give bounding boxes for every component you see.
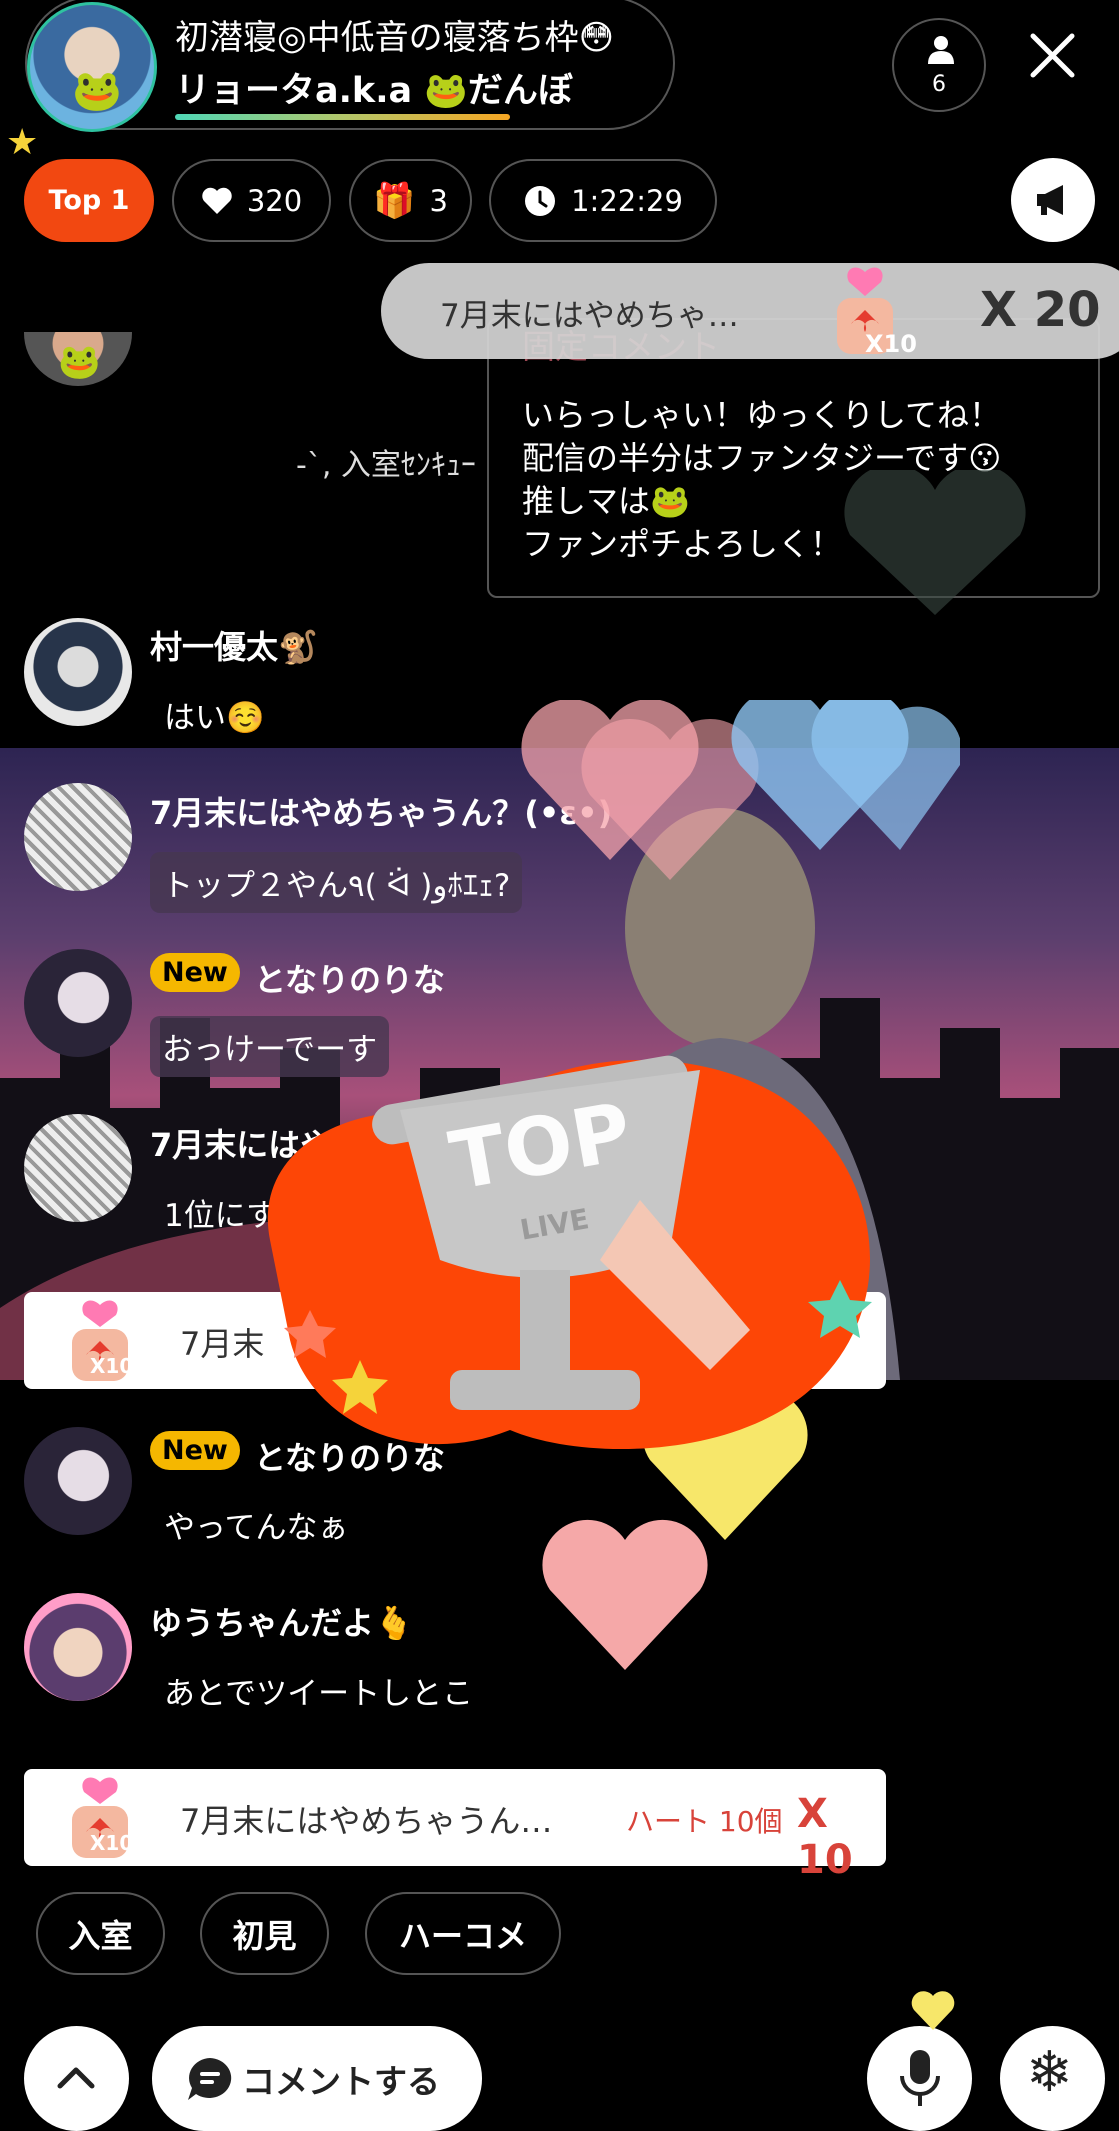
- chat-message: トップ２やん٩( ᐛ )وﾎｴｪ?: [150, 852, 523, 913]
- pinned-comment-line: 推しマは🐸: [522, 482, 690, 520]
- frog-emoji-icon: 🐸: [58, 342, 101, 382]
- quick-reply-label: 初見: [232, 1916, 297, 1955]
- elapsed-time: 1:22:29: [571, 183, 683, 218]
- quick-reply-label: 入室: [68, 1916, 133, 1955]
- close-icon: [1030, 33, 1075, 78]
- top-live-trophy-effect: [267, 1055, 872, 1450]
- effects-button[interactable]: ❄: [1000, 2026, 1105, 2131]
- frog-emoji-icon: 🐸: [72, 68, 122, 114]
- gift-sender-name: 7月末にはやめちゃ…: [440, 298, 739, 334]
- hearts-count: 320: [246, 183, 303, 218]
- chat-username[interactable]: ゆうちゃんだよ🫰: [150, 1598, 414, 1644]
- quick-reply-label: ハーコメ: [398, 1916, 527, 1955]
- user-avatar[interactable]: [24, 949, 132, 1057]
- person-icon: [928, 36, 954, 64]
- host-level-bar: [175, 114, 510, 120]
- chat-username[interactable]: 村一優太🐒: [150, 622, 318, 668]
- new-user-badge: New: [150, 953, 240, 992]
- microphone-button[interactable]: [867, 2026, 972, 2131]
- gift-count-label: ハート 10個: [626, 1805, 783, 1838]
- rank-badge[interactable]: Top 1: [24, 159, 154, 242]
- comment-button-label: コメントする: [242, 2061, 440, 2101]
- close-button[interactable]: [1025, 28, 1080, 83]
- chat-message: あとでツイートしとこ: [164, 1676, 474, 1712]
- microphone-icon: [900, 2050, 940, 2106]
- snowflake-icon: ❄: [1026, 2040, 1073, 2105]
- rank-label: Top 1: [48, 185, 130, 216]
- gift-multiplier: X 20: [980, 282, 1101, 338]
- viewer-count-button[interactable]: [892, 18, 986, 112]
- gift-multiplier-badge: X10: [865, 330, 917, 358]
- pinned-comment-line: ファンポチよろしく！: [522, 525, 843, 563]
- gifts-count: 3: [429, 183, 448, 218]
- user-avatar[interactable]: [24, 1593, 132, 1701]
- megaphone-icon: [1037, 185, 1063, 215]
- user-avatar[interactable]: [24, 1114, 132, 1222]
- gift-notification-row[interactable]: X10 7月末にはやめちゃうん… ハート 10個 X 10: [24, 1769, 886, 1883]
- pinned-comment-line: いらっしゃい！ゆっくりしてね！: [522, 396, 1002, 434]
- gift-sender-name: 7月末にはやめちゃうん…: [180, 1802, 553, 1840]
- entry-notice: -`, 入室ｾﾝｷｭｰ: [296, 448, 476, 483]
- chat-message: はい☺️: [164, 700, 265, 736]
- quick-reply-heart-comment[interactable]: ハーコメ: [365, 1892, 561, 1975]
- quick-reply-first-visit[interactable]: 初見: [200, 1892, 329, 1975]
- new-user-badge: New: [150, 1431, 240, 1470]
- heart-icon: [202, 187, 232, 214]
- stream-title: 初潜寝◎中低音の寝落ち枠😳: [175, 18, 615, 58]
- chat-bubble-icon: [188, 2058, 232, 2100]
- chat-username[interactable]: となりのりな: [254, 955, 445, 1001]
- chevron-up-icon: [57, 2067, 95, 2089]
- user-avatar[interactable]: [24, 1427, 132, 1535]
- gift-multiplier: X 10: [797, 1791, 853, 1883]
- announcement-button[interactable]: [1011, 158, 1095, 242]
- gift-box-icon: 🎁: [373, 180, 416, 221]
- gift-multiplier-badge: X10: [90, 1831, 134, 1855]
- small-heart-icon: [911, 1991, 955, 2030]
- gifts-chip[interactable]: 🎁 3: [349, 159, 472, 242]
- elapsed-time-chip[interactable]: 1:22:29: [489, 159, 717, 242]
- user-avatar[interactable]: [24, 783, 132, 891]
- chat-message: やってんなぁ: [164, 1510, 349, 1546]
- quick-reply-entry[interactable]: 入室: [36, 1892, 165, 1975]
- expand-button[interactable]: [24, 2026, 129, 2131]
- viewer-count: 6: [932, 72, 946, 97]
- user-avatar[interactable]: [24, 618, 132, 726]
- user-avatar[interactable]: 🐸: [24, 332, 132, 386]
- faded-heart-icon: [844, 470, 1026, 615]
- sparkle-star-icon: ★: [6, 122, 39, 163]
- hearts-chip[interactable]: 320: [172, 159, 331, 242]
- host-avatar[interactable]: 🐸: [27, 2, 157, 132]
- clock-icon: [525, 185, 556, 216]
- comment-button[interactable]: コメントする: [152, 2026, 482, 2131]
- host-name: リョータa.k.a 🐸だんぼ: [175, 71, 573, 111]
- gift-multiplier-badge: X10: [90, 1354, 134, 1378]
